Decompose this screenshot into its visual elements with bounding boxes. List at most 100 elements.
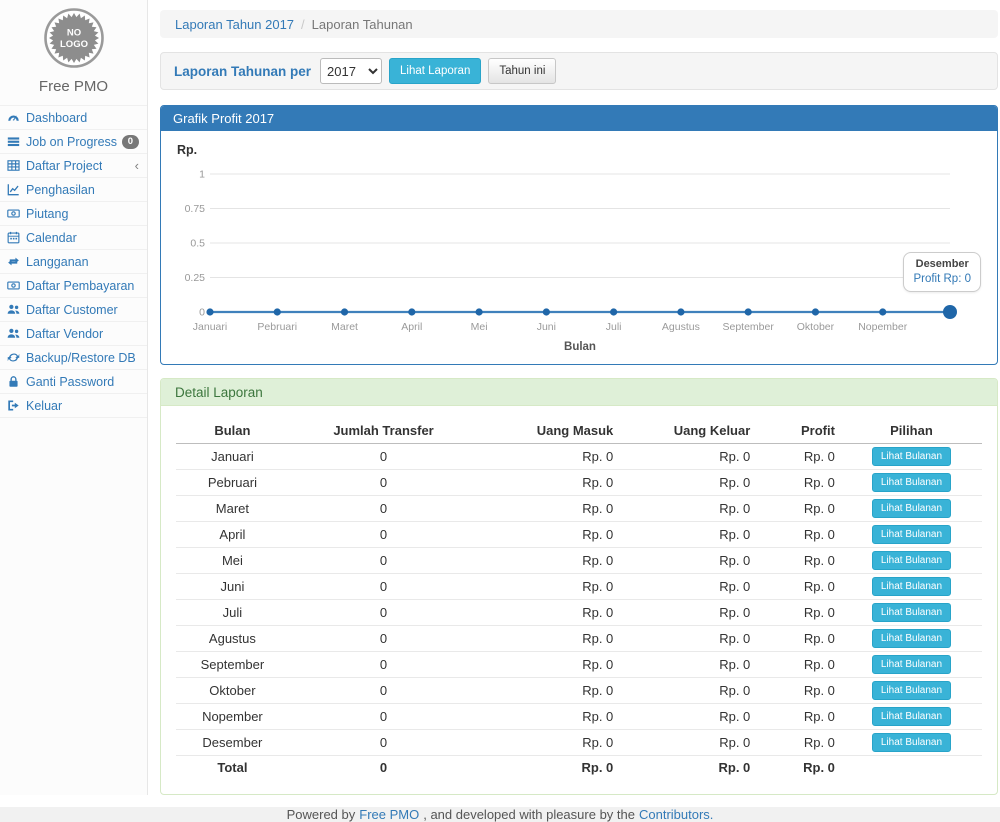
year-select[interactable]: 2017 — [320, 58, 382, 84]
sidebar-item-penghasilan[interactable]: Penghasilan — [0, 178, 147, 202]
cell-jumlah: 0 — [289, 496, 478, 522]
table-row: Agustus0Rp. 0Rp. 0Rp. 0Lihat Bulanan — [176, 626, 982, 652]
cell-masuk: Rp. 0 — [478, 470, 619, 496]
cell-profit: Rp. 0 — [756, 626, 841, 652]
cell-masuk: Rp. 0 — [478, 522, 619, 548]
sidebar-item-daftar-vendor[interactable]: Daftar Vendor — [0, 322, 147, 346]
cell-keluar: Rp. 0 — [619, 600, 756, 626]
cell-keluar: Rp. 0 — [619, 678, 756, 704]
table-row: Juni0Rp. 0Rp. 0Rp. 0Lihat Bulanan — [176, 574, 982, 600]
users-icon — [7, 327, 23, 340]
lihat-bulanan-button[interactable]: Lihat Bulanan — [872, 681, 951, 700]
y-tick-label: 0.5 — [190, 238, 205, 250]
cell-keluar: Rp. 0 — [619, 730, 756, 756]
sidebar-item-daftar-pembayaran[interactable]: Daftar Pembayaran — [0, 274, 147, 298]
lihat-bulanan-button[interactable]: Lihat Bulanan — [872, 733, 951, 752]
table-row: Desember0Rp. 0Rp. 0Rp. 0Lihat Bulanan — [176, 730, 982, 756]
lock-icon — [7, 375, 23, 388]
sidebar-item-daftar-customer[interactable]: Daftar Customer — [0, 298, 147, 322]
sidebar-item-label: Job on Progress — [26, 135, 117, 149]
cell-masuk: Rp. 0 — [478, 600, 619, 626]
column-header-profit: Profit — [756, 418, 841, 444]
cell-jumlah: 0 — [289, 470, 478, 496]
total-cell-bulan: Total — [176, 756, 289, 780]
lihat-bulanan-button[interactable]: Lihat Bulanan — [872, 629, 951, 648]
cell-profit: Rp. 0 — [756, 444, 841, 470]
footer-link-freepmo[interactable]: Free PMO — [359, 807, 419, 822]
cell-profit: Rp. 0 — [756, 496, 841, 522]
lihat-bulanan-button[interactable]: Lihat Bulanan — [872, 551, 951, 570]
x-tick-label: Juni — [537, 321, 556, 333]
sidebar-item-calendar[interactable]: Calendar — [0, 226, 147, 250]
brand-name: Free PMO — [0, 78, 147, 95]
cell-profit: Rp. 0 — [756, 574, 841, 600]
retweet-icon — [7, 255, 23, 268]
cell-bulan: Nopember — [176, 704, 289, 730]
table-row: Juli0Rp. 0Rp. 0Rp. 0Lihat Bulanan — [176, 600, 982, 626]
cell-keluar: Rp. 0 — [619, 444, 756, 470]
main-content: Laporan Tahun 2017 / Laporan Tahunan Lap… — [148, 0, 1000, 795]
detail-laporan-table: BulanJumlah TransferUang MasukUang Kelua… — [176, 418, 982, 780]
data-point-pebruari — [274, 308, 281, 315]
footer-text-pre: Powered by — [287, 807, 356, 822]
footer-link-contributors[interactable]: Contributors. — [639, 807, 713, 822]
cell-masuk: Rp. 0 — [478, 444, 619, 470]
detail-laporan-title: Detail Laporan — [161, 379, 997, 406]
tahun-ini-button[interactable]: Tahun ini — [488, 58, 556, 84]
x-tick-label: Mei — [471, 321, 488, 333]
x-tick-label: Nopember — [858, 321, 908, 333]
sidebar-item-backup-restore-db[interactable]: Backup/Restore DB — [0, 346, 147, 370]
x-tick-label: Agustus — [662, 321, 700, 333]
profit-chart-panel-title: Grafik Profit 2017 — [161, 106, 997, 131]
cell-jumlah: 0 — [289, 444, 478, 470]
sidebar-item-piutang[interactable]: Piutang — [0, 202, 147, 226]
cell-masuk: Rp. 0 — [478, 704, 619, 730]
sidebar-item-dashboard[interactable]: Dashboard — [0, 106, 147, 130]
table-total-row: Total0Rp. 0Rp. 0Rp. 0 — [176, 756, 982, 780]
cell-jumlah: 0 — [289, 704, 478, 730]
cell-profit: Rp. 0 — [756, 522, 841, 548]
calendar-icon — [7, 231, 23, 244]
sidebar-item-label: Dashboard — [26, 111, 87, 125]
lihat-bulanan-button[interactable]: Lihat Bulanan — [872, 525, 951, 544]
lihat-bulanan-button[interactable]: Lihat Bulanan — [872, 603, 951, 622]
lihat-laporan-button[interactable]: Lihat Laporan — [389, 58, 481, 84]
data-point-januari — [206, 308, 213, 315]
sidebar-item-ganti-password[interactable]: Ganti Password — [0, 370, 147, 394]
money-icon — [7, 207, 23, 220]
sidebar-item-label: Calendar — [26, 231, 77, 245]
cell-jumlah: 0 — [289, 600, 478, 626]
x-tick-label: April — [401, 321, 422, 333]
lihat-bulanan-button[interactable]: Lihat Bulanan — [872, 447, 951, 466]
cell-profit: Rp. 0 — [756, 470, 841, 496]
x-tick-label: Januari — [193, 321, 227, 333]
users-icon — [7, 303, 23, 316]
lihat-bulanan-button[interactable]: Lihat Bulanan — [872, 499, 951, 518]
y-tick-label: 0.75 — [185, 203, 206, 215]
breadcrumb-link-laporan-tahun[interactable]: Laporan Tahun 2017 — [175, 17, 294, 32]
table-row: Mei0Rp. 0Rp. 0Rp. 0Lihat Bulanan — [176, 548, 982, 574]
data-point-mei — [475, 308, 482, 315]
no-logo-icon: NO LOGO — [43, 7, 105, 69]
lihat-bulanan-button[interactable]: Lihat Bulanan — [872, 577, 951, 596]
cell-jumlah: 0 — [289, 626, 478, 652]
x-axis-label: Bulan — [564, 341, 596, 353]
profit-line-chart: Rp.00.250.50.751JanuariPebruariMaretApri… — [173, 138, 983, 360]
column-header-bulan: Bulan — [176, 418, 289, 444]
breadcrumb-separator: / — [301, 17, 305, 32]
breadcrumb-current: Laporan Tahunan — [312, 17, 413, 32]
lihat-bulanan-button[interactable]: Lihat Bulanan — [872, 655, 951, 674]
lihat-bulanan-button[interactable]: Lihat Bulanan — [872, 707, 951, 726]
sidebar-item-job-on-progress[interactable]: Job on Progress0 — [0, 130, 147, 154]
cell-masuk: Rp. 0 — [478, 574, 619, 600]
column-header-jumlah-transfer: Jumlah Transfer — [289, 418, 478, 444]
lihat-bulanan-button[interactable]: Lihat Bulanan — [872, 473, 951, 492]
svg-text:NO: NO — [66, 28, 80, 39]
sidebar-item-langganan[interactable]: Langganan — [0, 250, 147, 274]
cell-bulan: Desember — [176, 730, 289, 756]
sidebar-item-daftar-project[interactable]: Daftar Project‹ — [0, 154, 147, 178]
total-cell-keluar: Rp. 0 — [619, 756, 756, 780]
refresh-icon — [7, 351, 23, 364]
sidebar-item-label: Ganti Password — [26, 375, 114, 389]
sidebar-item-keluar[interactable]: Keluar — [0, 394, 147, 418]
